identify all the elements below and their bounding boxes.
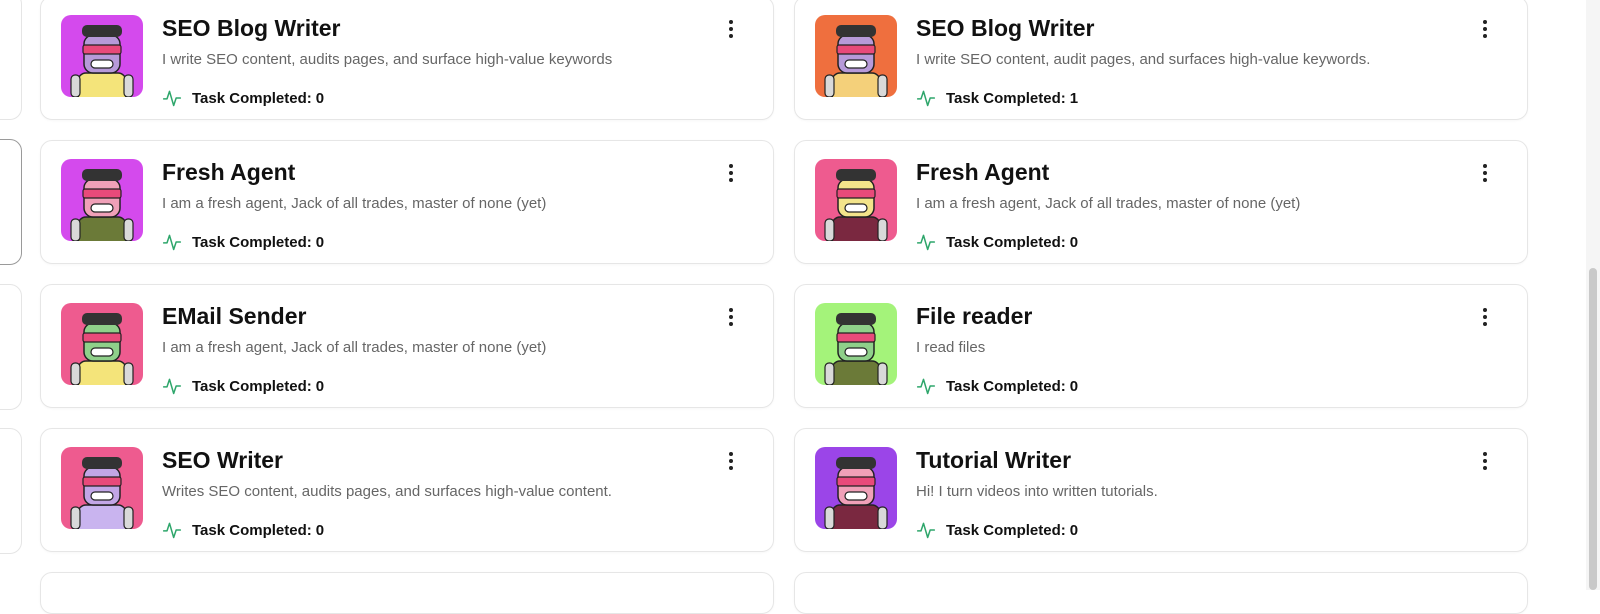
agent-name: EMail Sender <box>162 303 307 329</box>
agent-description: I am a fresh agent, Jack of all trades, … <box>162 339 547 356</box>
agent-avatar <box>815 303 897 385</box>
agent-description: I am a fresh agent, Jack of all trades, … <box>162 195 547 212</box>
more-vertical-icon[interactable] <box>719 17 743 41</box>
partial-card-left <box>0 284 22 410</box>
task-completed: Task Completed: 0 <box>162 87 324 109</box>
more-vertical-icon[interactable] <box>1473 305 1497 329</box>
agent-avatar <box>815 447 897 529</box>
agent-description: I write SEO content, audits pages, and s… <box>162 51 613 68</box>
activity-icon <box>916 522 936 539</box>
task-completed-count: 0 <box>1069 377 1079 395</box>
activity-icon <box>162 90 182 107</box>
agent-card[interactable]: Fresh Agent I am a fresh agent, Jack of … <box>40 140 774 264</box>
partial-card-left <box>0 0 22 120</box>
more-vertical-icon[interactable] <box>1473 161 1497 185</box>
activity-icon <box>916 90 936 107</box>
task-completed-count: 0 <box>315 377 325 395</box>
agent-description: Writes SEO content, audits pages, and su… <box>162 483 612 500</box>
agent-name: File reader <box>916 303 1033 329</box>
task-completed-label: Task Completed: <box>946 233 1066 251</box>
agent-name: SEO Blog Writer <box>162 15 341 41</box>
task-completed-label: Task Completed: <box>192 233 312 251</box>
task-completed: Task Completed: 0 <box>162 519 324 541</box>
agent-name: Fresh Agent <box>916 159 1050 185</box>
agent-description: I read files <box>916 339 986 356</box>
activity-icon <box>162 378 182 395</box>
task-completed: Task Completed: 1 <box>916 87 1078 109</box>
agent-avatar <box>61 159 143 241</box>
task-completed-label: Task Completed: <box>946 521 1066 539</box>
agent-avatar <box>61 303 143 385</box>
agent-name: Fresh Agent <box>162 159 296 185</box>
task-completed-count: 0 <box>315 521 325 539</box>
task-completed-label: Task Completed: <box>192 377 312 395</box>
partial-agent-card <box>794 572 1528 614</box>
task-completed-label: Task Completed: <box>946 89 1066 107</box>
task-completed-count: 0 <box>1069 521 1079 539</box>
agent-card[interactable]: SEO Writer Writes SEO content, audits pa… <box>40 428 774 552</box>
task-completed: Task Completed: 0 <box>916 375 1078 397</box>
agent-name: SEO Blog Writer <box>916 15 1095 41</box>
partial-agent-card <box>40 572 774 614</box>
agent-avatar <box>61 447 143 529</box>
agent-description: I am a fresh agent, Jack of all trades, … <box>916 195 1301 212</box>
task-completed-count: 0 <box>315 233 325 251</box>
task-completed: Task Completed: 0 <box>916 231 1078 253</box>
task-completed-count: 1 <box>1069 89 1079 107</box>
more-vertical-icon[interactable] <box>1473 17 1497 41</box>
activity-icon <box>162 522 182 539</box>
agent-card[interactable]: SEO Blog Writer I write SEO content, aud… <box>40 0 774 120</box>
task-completed-label: Task Completed: <box>192 89 312 107</box>
activity-icon <box>162 234 182 251</box>
agent-description: Hi! I turn videos into written tutorials… <box>916 483 1158 500</box>
activity-icon <box>916 234 936 251</box>
partial-card-left <box>0 428 22 554</box>
partial-card-left-selected <box>0 139 22 265</box>
activity-icon <box>916 378 936 395</box>
more-vertical-icon[interactable] <box>1473 449 1497 473</box>
agent-card[interactable]: Fresh Agent I am a fresh agent, Jack of … <box>794 140 1528 264</box>
agent-card[interactable]: Tutorial Writer Hi! I turn videos into w… <box>794 428 1528 552</box>
task-completed-count: 0 <box>315 89 325 107</box>
agent-card[interactable]: File reader I read files Task Completed:… <box>794 284 1528 408</box>
task-completed-label: Task Completed: <box>946 377 1066 395</box>
scrollbar-thumb[interactable] <box>1589 268 1597 590</box>
agent-name: Tutorial Writer <box>916 447 1072 473</box>
task-completed: Task Completed: 0 <box>162 231 324 253</box>
scrollbar[interactable] <box>1586 0 1600 590</box>
agent-name: SEO Writer <box>162 447 283 473</box>
task-completed-count: 0 <box>1069 233 1079 251</box>
agent-description: I write SEO content, audit pages, and su… <box>916 51 1371 68</box>
more-vertical-icon[interactable] <box>719 161 743 185</box>
agent-avatar <box>61 15 143 97</box>
agent-card[interactable]: EMail Sender I am a fresh agent, Jack of… <box>40 284 774 408</box>
agent-avatar <box>815 15 897 97</box>
agent-card[interactable]: SEO Blog Writer I write SEO content, aud… <box>794 0 1528 120</box>
more-vertical-icon[interactable] <box>719 305 743 329</box>
task-completed: Task Completed: 0 <box>916 519 1078 541</box>
more-vertical-icon[interactable] <box>719 449 743 473</box>
agent-avatar <box>815 159 897 241</box>
task-completed: Task Completed: 0 <box>162 375 324 397</box>
task-completed-label: Task Completed: <box>192 521 312 539</box>
